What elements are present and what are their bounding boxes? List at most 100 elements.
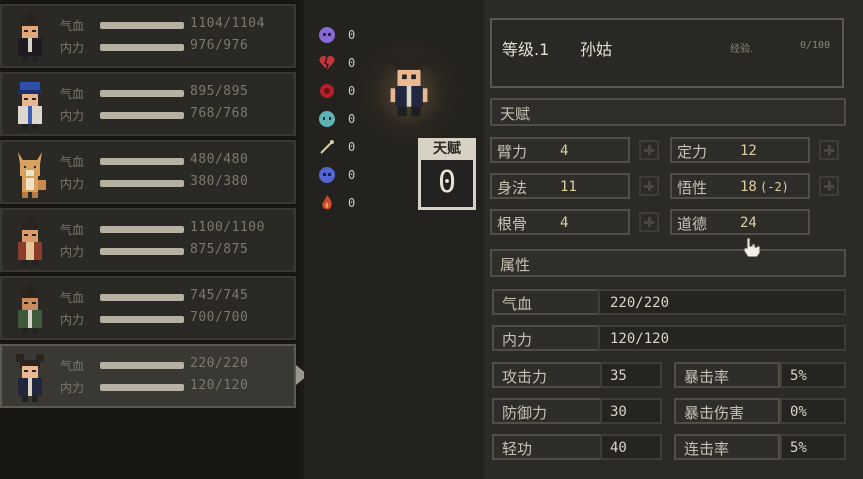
strength-plus-button[interactable] bbox=[639, 140, 659, 160]
hp-row: 气血 1104/1104 bbox=[60, 16, 290, 34]
talent-points-box: 天赋 0 bbox=[418, 138, 476, 210]
mp-row: 内力 380/380 bbox=[60, 174, 290, 192]
mp-value: 120/120 bbox=[190, 378, 249, 393]
attr-lightness-value-box: 40 bbox=[600, 434, 662, 460]
party-member-card[interactable]: 气血 1100/1100 内力 875/875 bbox=[0, 208, 296, 272]
mp-row: 内力 976/976 bbox=[60, 38, 290, 56]
teal-ghost-icon bbox=[319, 111, 335, 127]
focus-plus-button[interactable] bbox=[819, 140, 839, 160]
attr-attack-label-box: 攻击力 bbox=[492, 362, 602, 388]
attr-value: 5% bbox=[790, 368, 807, 384]
agility-plus-button[interactable] bbox=[639, 176, 659, 196]
stat-label: 道德 bbox=[677, 215, 708, 233]
exp-label: 经验. bbox=[730, 44, 754, 55]
mp-value: 380/380 bbox=[190, 174, 249, 189]
attr-mp-value-box: 120/120 bbox=[598, 325, 846, 351]
stat-box-agility: 身法 11 bbox=[490, 173, 630, 199]
hp-label: 气血 bbox=[60, 223, 85, 237]
hp-bar bbox=[100, 158, 184, 165]
hp-value: 1100/1100 bbox=[190, 220, 265, 235]
attributes-section-title: 属性 bbox=[500, 256, 531, 274]
constitution-plus-button[interactable] bbox=[639, 212, 659, 232]
mp-bar bbox=[100, 316, 184, 323]
mp-bar bbox=[100, 180, 184, 187]
attributes-section-header: 属性 bbox=[490, 249, 846, 277]
mp-bar bbox=[100, 44, 184, 51]
attr-label: 连击率 bbox=[684, 440, 730, 458]
mp-row: 内力 875/875 bbox=[60, 242, 290, 260]
attr-defense-label-box: 防御力 bbox=[492, 398, 602, 424]
party-member-card[interactable]: 气血 1104/1104 内力 976/976 bbox=[0, 4, 296, 68]
hp-value: 745/745 bbox=[190, 288, 249, 303]
green-robe-warrior-portrait-icon bbox=[18, 284, 42, 334]
comprehension-plus-button[interactable] bbox=[819, 176, 839, 196]
hp-bar bbox=[100, 226, 184, 233]
fox-portrait-icon bbox=[18, 152, 46, 198]
hero-sprite-icon bbox=[390, 53, 428, 116]
hp-value: 480/480 bbox=[190, 152, 249, 167]
stat-label: 悟性 bbox=[677, 179, 708, 197]
hp-row: 气血 895/895 bbox=[60, 84, 290, 102]
attr-value: 120/120 bbox=[610, 331, 670, 347]
party-list: 气血 1104/1104 内力 976/976 气血 895/895 内力 76… bbox=[0, 0, 300, 479]
purple-skull-icon bbox=[319, 27, 335, 43]
stat-box-constitution: 根骨 4 bbox=[490, 209, 630, 235]
hp-value: 895/895 bbox=[190, 84, 249, 99]
mp-value: 700/700 bbox=[190, 310, 249, 325]
stat-box-strength: 臂力 4 bbox=[490, 137, 630, 163]
attr-value: 220/220 bbox=[610, 295, 670, 311]
attr-label: 攻击力 bbox=[502, 368, 548, 386]
attr-combo-rate-label-box: 连击率 bbox=[674, 434, 780, 460]
hp-label: 气血 bbox=[60, 87, 85, 101]
mp-row: 内力 700/700 bbox=[60, 310, 290, 328]
attr-lightness-label-box: 轻功 bbox=[492, 434, 602, 460]
stat-value: 24 bbox=[740, 215, 757, 231]
talents-section-title: 天赋 bbox=[500, 105, 531, 123]
party-member-card[interactable]: 气血 895/895 内力 768/768 bbox=[0, 72, 296, 136]
mp-value: 875/875 bbox=[190, 242, 249, 257]
attr-attack-value-box: 35 bbox=[600, 362, 662, 388]
party-member-card-selected[interactable]: 气血 220/220 内力 120/120 bbox=[0, 344, 296, 408]
hp-row: 气血 480/480 bbox=[60, 152, 290, 170]
attr-value: 30 bbox=[610, 404, 627, 420]
attr-hp-label-box: 气血 bbox=[492, 289, 600, 315]
mp-bar bbox=[100, 112, 184, 119]
hp-label: 气血 bbox=[60, 359, 85, 373]
blue-skull-icon bbox=[319, 167, 335, 183]
girl-twin-buns-portrait-icon bbox=[16, 354, 44, 402]
character-preview: 0 0 0 0 0 0 0 天赋 0 bbox=[304, 0, 484, 479]
mp-label: 内力 bbox=[60, 109, 85, 123]
mp-label: 内力 bbox=[60, 245, 85, 259]
mp-label: 内力 bbox=[60, 41, 85, 55]
stat-label: 身法 bbox=[497, 179, 528, 197]
mp-bar bbox=[100, 248, 184, 255]
stat-label: 根骨 bbox=[497, 215, 528, 233]
party-member-card[interactable]: 气血 480/480 内力 380/380 bbox=[0, 140, 296, 204]
attr-label: 气血 bbox=[502, 295, 533, 313]
monk-warrior-portrait-icon bbox=[18, 216, 42, 266]
attr-crit-damage-value-box: 0% bbox=[780, 398, 846, 424]
needle-icon bbox=[320, 140, 334, 154]
stat-box-morality: 道德 24 bbox=[670, 209, 810, 235]
mp-row: 内力 768/768 bbox=[60, 106, 290, 124]
broken-heart-icon bbox=[319, 55, 335, 71]
warrior-topknot-portrait-icon bbox=[18, 12, 42, 62]
hp-row: 气血 220/220 bbox=[60, 356, 290, 374]
scholar-blue-hat-portrait-icon bbox=[18, 82, 42, 130]
hp-value: 220/220 bbox=[190, 356, 249, 371]
stat-value: 4 bbox=[560, 143, 569, 159]
stat-box-focus: 定力 12 bbox=[670, 137, 810, 163]
talent-points-label: 天赋 bbox=[418, 138, 476, 160]
attr-label: 暴击伤害 bbox=[684, 404, 745, 422]
stat-label: 臂力 bbox=[497, 143, 528, 161]
character-detail-panel: 等级.1 孙姑 经验. 0/100 天赋 臂力 4 定力 12 身法 11 悟性… bbox=[484, 0, 863, 479]
party-member-card[interactable]: 气血 745/745 内力 700/700 bbox=[0, 276, 296, 340]
stat-label: 定力 bbox=[677, 143, 708, 161]
hp-row: 气血 1100/1100 bbox=[60, 220, 290, 238]
exp-value: 0/100 bbox=[800, 40, 831, 51]
status-value: 0 bbox=[348, 168, 356, 182]
stat-box-comprehension: 悟性 18 (-2) bbox=[670, 173, 810, 199]
stat-value: 18 bbox=[740, 179, 757, 195]
flame-icon bbox=[322, 195, 332, 210]
attr-value: 5% bbox=[790, 440, 807, 456]
